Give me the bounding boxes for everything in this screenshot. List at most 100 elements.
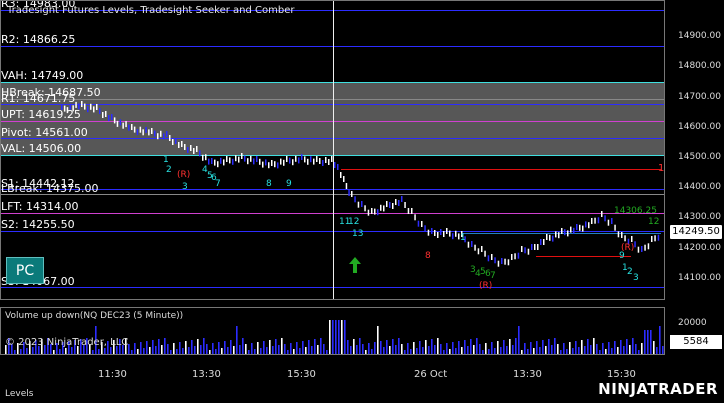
price-bar <box>427 229 430 236</box>
volume-bar <box>614 341 616 354</box>
volume-bar <box>137 349 139 354</box>
price-bar <box>214 159 216 166</box>
price-bar <box>540 239 542 245</box>
volume-bar <box>650 330 652 354</box>
volume-bar <box>482 350 484 354</box>
volume-bar <box>575 341 577 354</box>
price-bar <box>190 145 192 151</box>
volume-bar <box>494 348 496 354</box>
volume-bar <box>626 339 628 354</box>
volume-bar <box>275 339 277 354</box>
price-axis-label: 14700.00 <box>678 92 721 102</box>
volume-bar <box>569 342 571 354</box>
volume-bar <box>545 346 547 354</box>
price-bar <box>66 107 69 114</box>
price-bar <box>241 153 243 159</box>
volume-bar <box>221 348 223 354</box>
price-bar <box>576 224 578 230</box>
price-bar <box>205 154 207 161</box>
price-bar <box>389 202 391 208</box>
volume-bar <box>386 340 388 354</box>
price-bar <box>301 154 303 160</box>
time-axis-label: 15:30 <box>607 369 636 380</box>
volume-bar <box>479 344 481 354</box>
volume-bar <box>440 344 442 354</box>
seq-label: 2 <box>166 165 172 175</box>
right-marker: 12 <box>648 217 660 227</box>
volume-bar <box>485 343 487 354</box>
price-bar <box>238 156 240 163</box>
price-bar <box>187 147 189 153</box>
volume-bar <box>314 339 316 354</box>
volume-axis-label: 20000 <box>678 318 707 328</box>
volume-bar <box>362 344 364 354</box>
volume-bar <box>548 339 550 354</box>
price-bar <box>534 244 536 250</box>
volume-bar <box>347 340 349 354</box>
price-axis-label: 14100.00 <box>678 273 721 283</box>
volume-bar <box>446 343 448 354</box>
price-bar <box>154 130 156 137</box>
price-bar <box>334 162 336 168</box>
volume-bar <box>662 346 664 354</box>
volume-bar <box>515 338 517 354</box>
volume-bar <box>659 326 661 354</box>
price-bar <box>446 228 448 234</box>
price-bar <box>69 103 72 110</box>
price-bar <box>651 236 653 242</box>
price-bar <box>277 162 279 169</box>
volume-bar <box>425 340 427 354</box>
price-bar <box>292 159 294 166</box>
price-bar <box>567 230 569 237</box>
price-bar <box>647 243 650 250</box>
volume-bar <box>596 344 598 354</box>
volume-bar <box>536 341 538 354</box>
price-bar <box>585 221 587 228</box>
volume-bar <box>110 347 112 354</box>
volume-bar <box>491 342 493 354</box>
volume-bar <box>290 343 292 354</box>
price-bar <box>392 203 394 209</box>
volume-bar <box>416 348 418 354</box>
price-bar <box>357 201 360 208</box>
price-bar <box>624 235 626 242</box>
price-bar <box>235 155 237 162</box>
price-bar <box>634 241 636 248</box>
volume-bar <box>560 350 562 354</box>
price-axis-label: 14600.00 <box>678 122 721 132</box>
price-bar <box>654 235 656 242</box>
price-bar <box>507 259 510 266</box>
volume-bar <box>437 338 439 354</box>
volume-bar <box>557 344 559 354</box>
reversal-annotation: (R) <box>479 281 493 291</box>
price-bar <box>401 196 403 202</box>
volume-bar <box>329 320 331 354</box>
volume-bar <box>326 350 328 354</box>
volume-bar <box>164 338 166 354</box>
volume-bar <box>506 346 508 354</box>
reversal-annotation: (R) <box>177 170 191 180</box>
price-bar <box>331 156 333 162</box>
price-bar <box>208 158 210 165</box>
volume-bar <box>419 341 421 354</box>
volume-bar <box>461 347 463 354</box>
levels-tab[interactable]: Levels <box>5 389 33 399</box>
price-bar <box>217 161 219 168</box>
price-bar <box>163 133 165 140</box>
volume-bar <box>248 350 250 354</box>
pc-button[interactable]: PC <box>6 257 44 284</box>
volume-bar <box>173 343 175 354</box>
volume-bar <box>620 340 622 354</box>
volume-bar <box>176 349 178 354</box>
volume-bar <box>563 343 565 354</box>
price-annotation: 14306.25 <box>614 206 657 216</box>
price-bar <box>90 103 92 110</box>
volume-bar <box>185 341 187 354</box>
price-bar <box>641 246 643 252</box>
volume-bar <box>311 346 313 354</box>
volume-bar <box>359 338 361 354</box>
price-bar <box>199 150 201 157</box>
price-bar <box>113 117 116 124</box>
price-panel[interactable]: R3: 14983.00 R2: 14866.25 VAH: 14749.00 … <box>0 0 665 300</box>
volume-bar <box>266 347 268 354</box>
